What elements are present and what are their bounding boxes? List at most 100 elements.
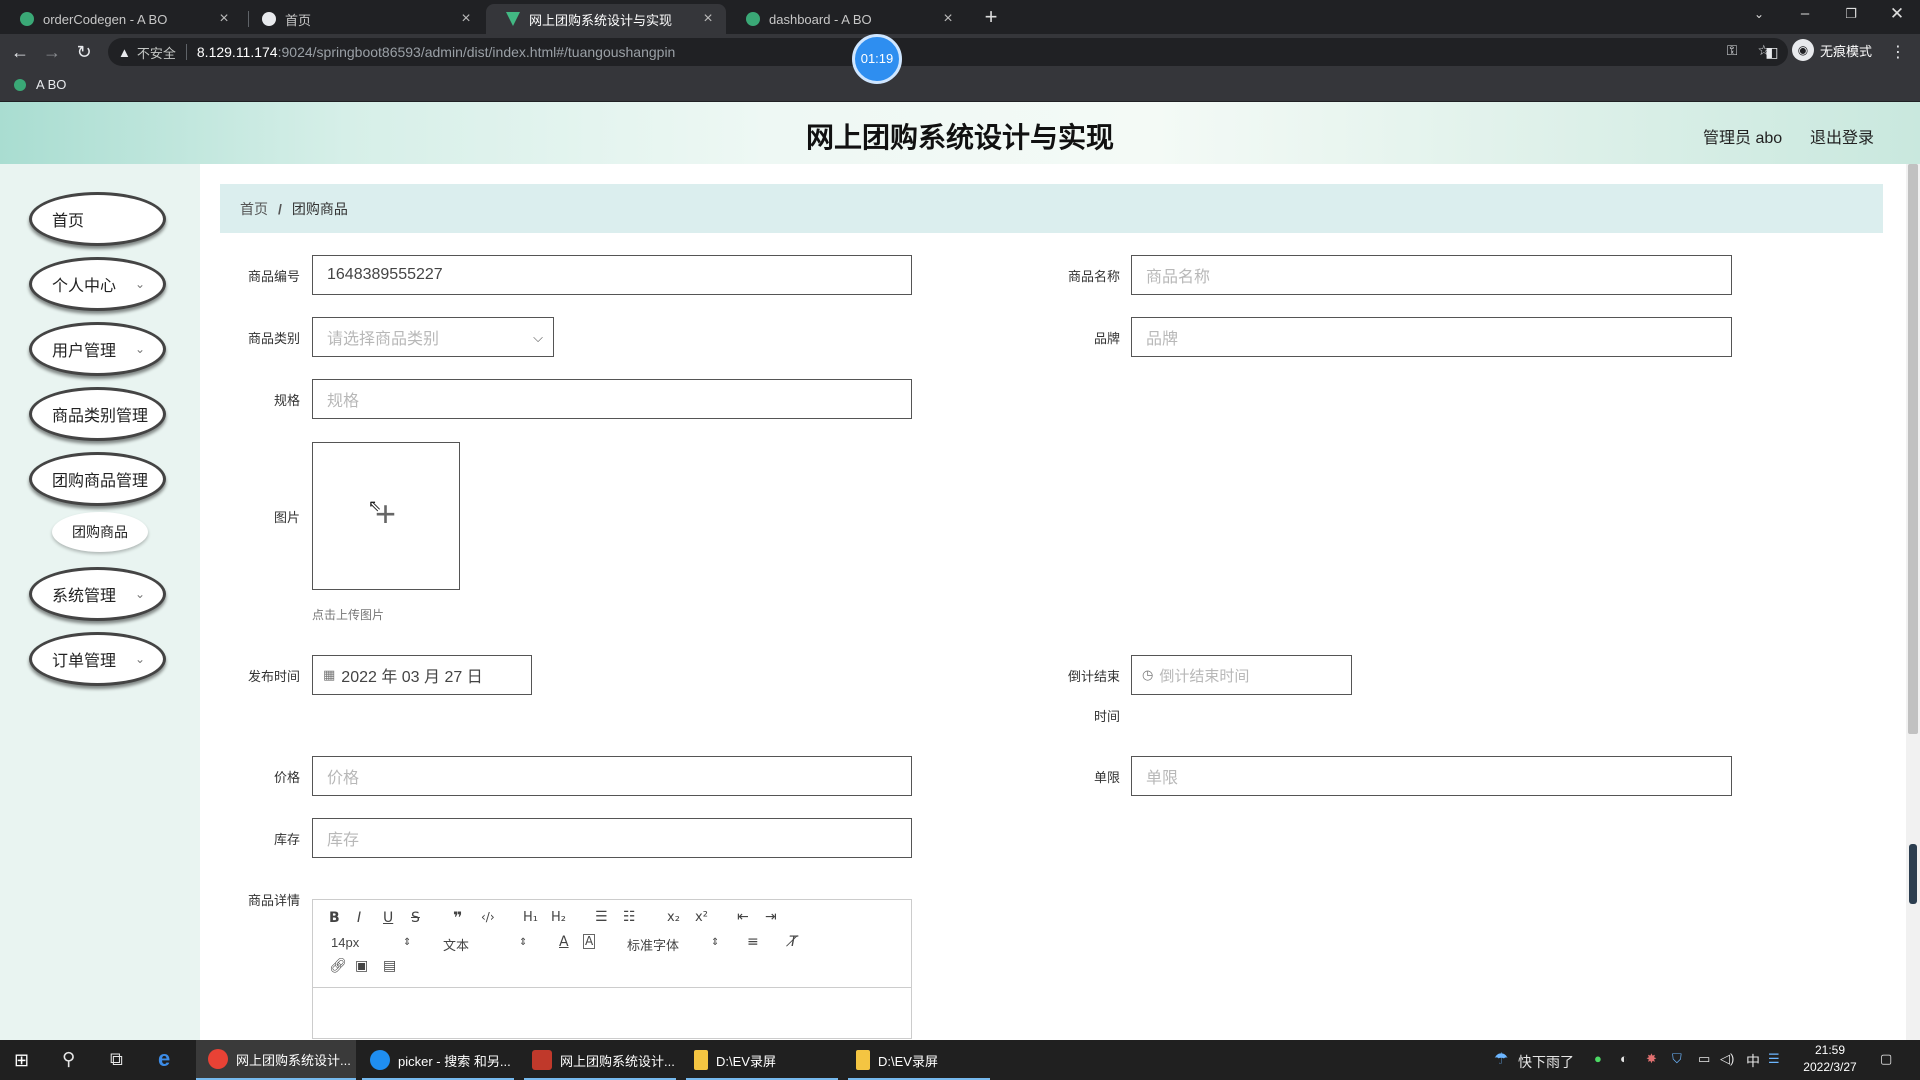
taskbar-app[interactable]: D:\EV录屏 <box>682 1040 842 1080</box>
clear-format-icon[interactable]: T̸ <box>789 934 798 950</box>
background-color-icon[interactable]: A <box>583 934 596 949</box>
stock-input[interactable]: 库存 <box>312 818 912 858</box>
close-window-button[interactable]: ✕ <box>1874 0 1920 30</box>
font-family-select[interactable]: 标准字体 ⇕ <box>627 935 727 953</box>
taskbar-app[interactable]: 网上团购系统设计... <box>196 1040 356 1080</box>
minimize-button[interactable]: – <box>1782 0 1828 30</box>
spec-input[interactable]: 规格 <box>312 379 912 419</box>
taskbar-app[interactable]: 网上团购系统设计... <box>520 1040 680 1080</box>
image-icon[interactable]: ▣ <box>355 958 368 974</box>
more-menu-icon[interactable]: ⋮ <box>1890 42 1906 62</box>
code-field[interactable]: 1648389555227 <box>312 255 912 295</box>
ime-indicator[interactable]: 中 <box>1746 1051 1760 1071</box>
reload-icon[interactable]: ↻ <box>72 40 96 64</box>
task-view-icon[interactable]: ⧉ <box>110 1049 123 1070</box>
code-label: 商品编号 <box>247 269 300 284</box>
clock-time: 21:59 <box>1814 1043 1846 1057</box>
sidebar-subitem-groupbuy-goods[interactable]: 团购商品 <box>52 512 148 552</box>
sidebar-item-label: 系统管理 <box>52 588 117 605</box>
font-color-icon[interactable]: A <box>559 934 569 950</box>
sidebar-item-profile[interactable]: 个人中心 ⌄ <box>29 257 166 311</box>
taskbar-app-title: D:\EV录屏 <box>716 1053 776 1069</box>
heading2-icon[interactable]: H₂ <box>551 910 566 925</box>
taskbar-clock[interactable]: 21:59 2022/3/27 <box>1790 1042 1870 1076</box>
recording-timer[interactable]: 01:19 <box>852 34 902 84</box>
publish-date-picker[interactable]: ▦ 2022 年 03 月 27 日 <box>312 655 532 695</box>
italic-icon[interactable]: I <box>357 910 361 926</box>
ordered-list-icon[interactable]: ☰ <box>595 909 608 925</box>
heading1-icon[interactable]: H₁ <box>523 910 538 925</box>
sidebar-item-groupbuy[interactable]: 团购商品管理 <box>29 452 166 506</box>
forward-icon[interactable]: → <box>40 40 64 64</box>
image-uploader[interactable]: + ⇖ <box>312 442 460 590</box>
underline-icon[interactable]: U <box>383 910 393 926</box>
browser-tab[interactable]: 首页 × <box>242 4 484 34</box>
close-icon[interactable]: × <box>458 10 474 28</box>
taskbar-app[interactable]: picker - 搜索 和另... <box>358 1040 518 1080</box>
sidebar-item-label: 个人中心 <box>52 278 117 295</box>
weather-text[interactable]: 快下雨了 <box>1518 1052 1574 1072</box>
incognito-indicator[interactable]: ◉ 无痕模式 <box>1792 39 1872 61</box>
restore-button[interactable]: ❐ <box>1828 0 1874 30</box>
link-icon[interactable]: 🔗︎ <box>329 958 347 974</box>
key-icon[interactable]: ⚿ <box>1727 42 1738 59</box>
category-select[interactable]: 请选择商品类别 ⌵ <box>312 317 554 357</box>
bookmark-item[interactable]: A BO <box>14 77 66 92</box>
video-icon[interactable]: ▤ <box>383 958 396 974</box>
header-select[interactable]: 文本 ⇕ <box>443 935 533 953</box>
new-tab-button[interactable]: + <box>978 5 1004 31</box>
shield-icon[interactable]: ⛉ <box>1672 1051 1682 1067</box>
countdown-time-picker[interactable]: ◷ 倒计结束时间 <box>1131 655 1352 695</box>
search-icon[interactable]: ⚲ <box>62 1049 75 1070</box>
countdown-label-line1: 倒计结束 <box>1067 669 1120 684</box>
qq-icon[interactable]: ◐ <box>1620 1051 1628 1066</box>
code-block-icon[interactable]: ‹/› <box>481 910 495 924</box>
notification-icon[interactable]: ▢ <box>1880 1051 1892 1067</box>
ie-icon[interactable]: e <box>158 1046 170 1072</box>
sidebar-item-system[interactable]: 系统管理 ⌄ <box>29 567 166 621</box>
windows-start-icon[interactable]: ⊞ <box>14 1050 29 1071</box>
wechat-icon[interactable]: ● <box>1594 1051 1602 1066</box>
scrollbar-thumb[interactable] <box>1908 164 1918 734</box>
omnibox[interactable]: ▲ 不安全 8.129.11.174 :9024/springboot86593… <box>108 38 1788 66</box>
blockquote-icon[interactable]: ❞ <box>453 908 462 927</box>
umbrella-icon[interactable]: ☂ <box>1494 1049 1508 1069</box>
upload-tip: 点击上传图片 <box>312 608 385 622</box>
bullet-list-icon[interactable]: ☷ <box>623 909 636 925</box>
network-icon[interactable]: ▭ <box>1698 1051 1710 1067</box>
name-input[interactable]: 商品名称 <box>1131 255 1732 295</box>
browser-tab[interactable]: orderCodegen - A BO × <box>0 4 242 34</box>
close-icon[interactable]: × <box>940 10 956 28</box>
brand-input[interactable]: 品牌 <box>1131 317 1732 357</box>
input-method-icon[interactable]: ☰ <box>1768 1051 1780 1067</box>
font-size-select[interactable]: 14px ⇕ <box>331 935 421 953</box>
sidepanel-icon[interactable]: ◧ <box>1760 40 1784 64</box>
breadcrumb-home[interactable]: 首页 <box>240 199 268 219</box>
volume-icon[interactable]: ◁) <box>1720 1051 1734 1067</box>
sidebar-item-home[interactable]: 首页 <box>29 192 166 246</box>
app-tray-icon[interactable]: ✸ <box>1646 1051 1657 1067</box>
outdent-icon[interactable]: ⇤ <box>737 909 749 925</box>
strike-icon[interactable]: S <box>411 910 420 926</box>
align-icon[interactable]: ≡ <box>747 934 759 950</box>
sidebar-item-orders[interactable]: 订单管理 ⌄ <box>29 632 166 686</box>
page-scrollbar[interactable] <box>1906 164 1920 1040</box>
limit-input[interactable]: 单限 <box>1131 756 1732 796</box>
bold-icon[interactable]: B <box>329 910 340 926</box>
indent-icon[interactable]: ⇥ <box>765 909 777 925</box>
code-value: 1648389555227 <box>327 266 443 283</box>
superscript-icon[interactable]: x² <box>695 910 708 925</box>
close-icon[interactable]: × <box>216 10 232 28</box>
tab-title: 网上团购系统设计与实现 <box>529 12 673 28</box>
logout-link[interactable]: 退出登录 <box>1810 124 1874 148</box>
subscript-icon[interactable]: x₂ <box>667 910 680 925</box>
sidebar-item-category[interactable]: 商品类别管理 <box>29 387 166 441</box>
back-icon[interactable]: ← <box>8 40 32 64</box>
price-input[interactable]: 价格 <box>312 756 912 796</box>
browser-tab-active[interactable]: 网上团购系统设计与实现 × <box>486 4 726 34</box>
taskbar-app[interactable]: D:\EV录屏 <box>844 1040 994 1080</box>
close-icon[interactable]: × <box>700 10 716 28</box>
browser-tab[interactable]: dashboard - A BO × <box>726 4 966 34</box>
sidebar-item-users[interactable]: 用户管理 ⌄ <box>29 322 166 376</box>
tab-search-icon[interactable]: ⌄ <box>1736 0 1782 30</box>
